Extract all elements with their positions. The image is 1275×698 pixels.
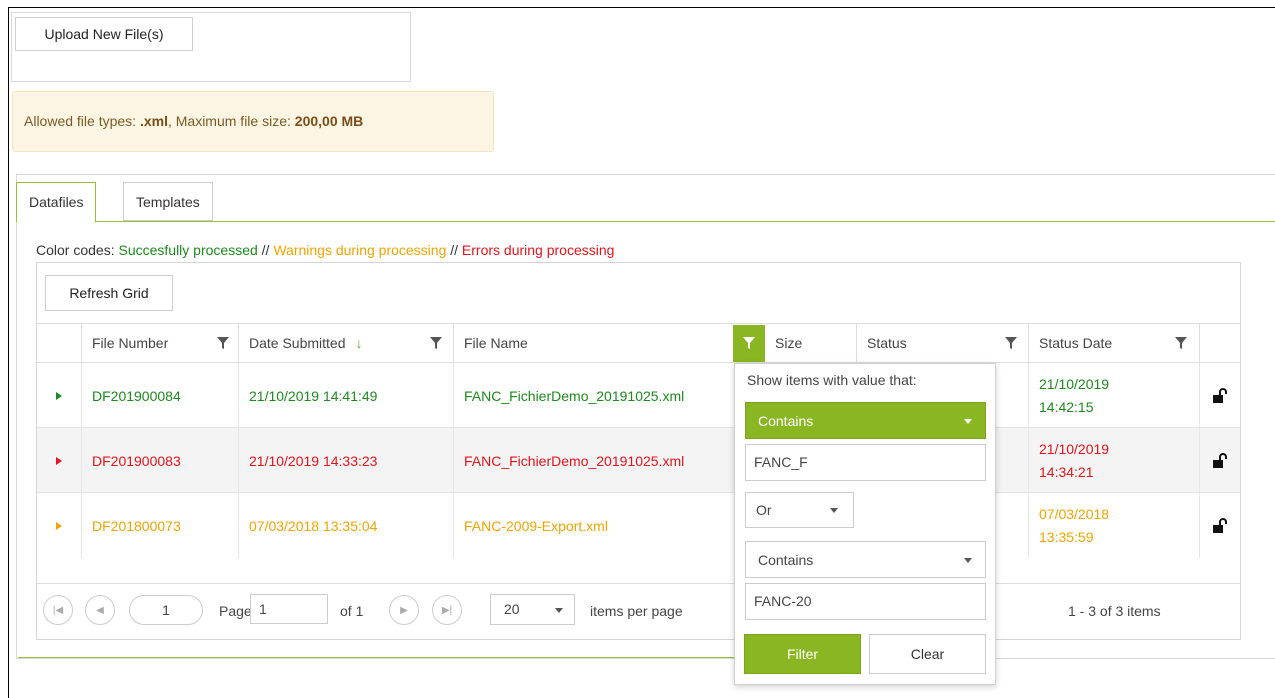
page-label: Page <box>219 603 252 619</box>
next-page-icon: ▶ <box>400 604 408 616</box>
info-types: .xml <box>139 113 168 129</box>
cell-date-submitted: 21/10/2019 14:33:23 <box>238 428 453 493</box>
row-expand-icon[interactable] <box>56 457 62 465</box>
last-page-button[interactable]: ▶| <box>432 595 462 625</box>
color-codes: Color codes: Succesfully processed // Wa… <box>36 242 614 258</box>
cell-date-submitted: 21/10/2019 14:41:49 <box>238 363 453 428</box>
items-per-page-label: items per page <box>590 603 683 619</box>
column-header-actions <box>1199 323 1240 363</box>
current-page-number[interactable]: 1 <box>129 595 203 625</box>
filter-icon[interactable] <box>430 337 442 349</box>
operator2-value: Contains <box>758 552 814 568</box>
column-header-file-number[interactable]: File Number <box>81 323 238 363</box>
color-codes-prefix: Color codes: <box>36 242 119 258</box>
file-type-info: Allowed file types: .xml, Maximum file s… <box>12 91 494 152</box>
first-page-icon: |◀ <box>52 604 64 616</box>
upload-new-files-button[interactable]: Upload New File(s) <box>15 17 193 51</box>
refresh-grid-button[interactable]: Refresh Grid <box>45 275 173 311</box>
column-header-status-date[interactable]: Status Date <box>1028 323 1199 363</box>
filter-popup-label: Show items with value that: <box>747 372 917 388</box>
column-header-date-submitted[interactable]: Date Submitted ↓ <box>238 323 453 363</box>
filter-icon[interactable] <box>743 337 755 349</box>
next-page-button[interactable]: ▶ <box>389 595 419 625</box>
color-codes-sep: // <box>446 242 462 258</box>
filter-button[interactable]: Filter <box>744 634 861 674</box>
table-row[interactable]: DF201900084 21/10/2019 14:41:49 FANC_Fic… <box>37 363 1240 428</box>
cell-status-date: 07/03/2018 13:35:59 <box>1028 493 1199 558</box>
cell-actions <box>1199 428 1240 493</box>
cell-file-number: DF201900083 <box>81 428 238 493</box>
filter-value2-input[interactable]: FANC-20 <box>745 583 986 620</box>
column-title: Date Submitted <box>249 335 346 351</box>
chevron-down-icon <box>964 419 972 424</box>
logic-value: Or <box>756 502 772 518</box>
page-size-select[interactable]: 20 <box>490 594 575 625</box>
status-date-day: 21/10/2019 <box>1039 440 1110 457</box>
status-date-time: 13:35:59 <box>1039 528 1094 545</box>
chevron-down-icon <box>830 508 838 513</box>
clear-button[interactable]: Clear <box>869 634 986 674</box>
first-page-button[interactable]: |◀ <box>43 595 73 625</box>
sort-descending-icon: ↓ <box>355 335 363 351</box>
cell-status-date: 21/10/2019 14:34:21 <box>1028 428 1199 493</box>
column-header-status[interactable]: Status <box>856 323 1028 363</box>
tab-content-bottom-line <box>18 657 753 658</box>
unlock-icon[interactable] <box>1212 452 1228 469</box>
row-expand-icon[interactable] <box>56 392 62 400</box>
column-header-size[interactable]: Size <box>765 323 856 363</box>
color-code-error: Errors during processing <box>461 242 615 258</box>
cell-file-number: DF201800073 <box>81 493 238 558</box>
tab-datafiles[interactable]: Datafiles <box>16 182 97 223</box>
filter-icon[interactable] <box>217 337 229 349</box>
unlock-icon[interactable] <box>1212 517 1228 534</box>
cell-file-name: FANC_FichierDemo_20191025.xml <box>453 363 733 428</box>
chevron-down-icon <box>964 558 972 563</box>
cell-file-name: FANC-2009-Export.xml <box>453 493 733 558</box>
info-prefix: Allowed file types: <box>24 113 140 129</box>
column-title: Size <box>775 335 803 351</box>
unlock-icon[interactable] <box>1212 387 1228 404</box>
filter-logic-select[interactable]: Or <box>745 492 854 528</box>
column-header-file-name[interactable]: File Name <box>453 323 733 363</box>
filter-value1-input[interactable]: FANC_F <box>745 444 986 481</box>
color-codes-sep: // <box>257 242 274 258</box>
cell-actions <box>1199 493 1240 558</box>
color-code-success: Succesfully processed <box>118 242 258 258</box>
of-pages-label: of 1 <box>340 603 364 619</box>
status-date-time: 14:34:21 <box>1039 463 1094 480</box>
previous-page-button[interactable]: ◀ <box>85 595 115 625</box>
info-middle: , Maximum file size: <box>167 113 295 129</box>
table-row[interactable]: DF201800073 07/03/2018 13:35:04 FANC-200… <box>37 493 1240 558</box>
status-date-time: 14:42:15 <box>1039 398 1094 415</box>
table-row[interactable]: DF201900083 21/10/2019 14:33:23 FANC_Fic… <box>37 428 1240 493</box>
tab-strip-line <box>18 221 1275 222</box>
status-date-day: 21/10/2019 <box>1039 375 1110 392</box>
filter-operator1-select[interactable]: Contains <box>745 402 986 439</box>
operator1-value: Contains <box>758 413 814 429</box>
page-size-value: 20 <box>504 601 520 617</box>
info-max-size: 200,00 MB <box>294 113 364 129</box>
page-input[interactable]: 1 <box>250 594 328 624</box>
row-expand-icon[interactable] <box>56 522 62 530</box>
status-date-day: 07/03/2018 <box>1039 505 1110 522</box>
column-title: Status Date <box>1039 335 1113 351</box>
cell-actions <box>1199 363 1240 428</box>
column-title: File Name <box>464 335 528 351</box>
last-page-icon: ▶| <box>441 604 453 616</box>
chevron-down-icon <box>555 608 563 613</box>
column-title: Status <box>867 335 907 351</box>
pager-summary: 1 - 3 of 3 items <box>1068 603 1161 619</box>
filter-icon[interactable] <box>1005 337 1017 349</box>
column-title: File Number <box>92 335 169 351</box>
cell-file-number: DF201900084 <box>81 363 238 428</box>
cell-file-name: FANC_FichierDemo_20191025.xml <box>453 428 733 493</box>
cell-status-date: 21/10/2019 14:42:15 <box>1028 363 1199 428</box>
previous-page-icon: ◀ <box>96 604 104 616</box>
tab-templates[interactable]: Templates <box>123 182 213 221</box>
cell-date-submitted: 07/03/2018 13:35:04 <box>238 493 453 558</box>
filter-operator2-select[interactable]: Contains <box>745 541 986 578</box>
filter-icon[interactable] <box>1175 337 1187 349</box>
color-code-warning: Warnings during processing <box>273 242 447 258</box>
